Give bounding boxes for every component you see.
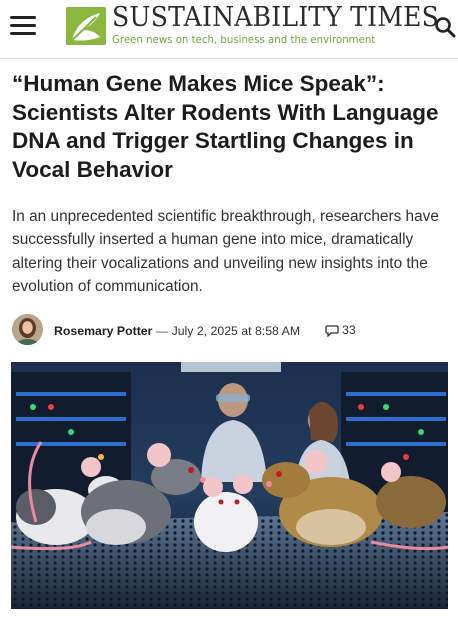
hamburger-menu-icon[interactable] [10,16,36,38]
hero-image [11,362,448,609]
publish-date: July 2, 2025 at 8:58 AM [171,324,301,338]
article-summary: In an unprecedented scientific breakthro… [12,208,439,296]
site-header: SUSTAINABILITY TIMES Green news on tech,… [0,0,458,59]
author-avatar[interactable] [12,314,43,345]
comment-count: 33 [342,323,356,337]
brand-block[interactable]: SUSTAINABILITY TIMES Green news on tech,… [112,2,440,54]
article-title: “Human Gene Makes Mice Speak”: Scientist… [12,71,439,182]
search-icon[interactable] [434,16,456,38]
author-name[interactable]: Rosemary Potter [54,324,152,338]
brand-name: SUSTAINABILITY TIMES [112,2,440,33]
leaf-logo-icon[interactable] [66,7,106,45]
speech-bubble-icon [325,325,339,338]
byline-meta: Rosemary Potter — July 2, 2025 at 8:58 A… [54,324,300,338]
article-byline: Rosemary Potter — July 2, 2025 at 8:58 A… [12,314,452,348]
byline-separator: — [155,324,169,338]
comments-link[interactable]: 33 [325,323,356,338]
brand-tagline: Green news on tech, business and the env… [112,35,376,46]
